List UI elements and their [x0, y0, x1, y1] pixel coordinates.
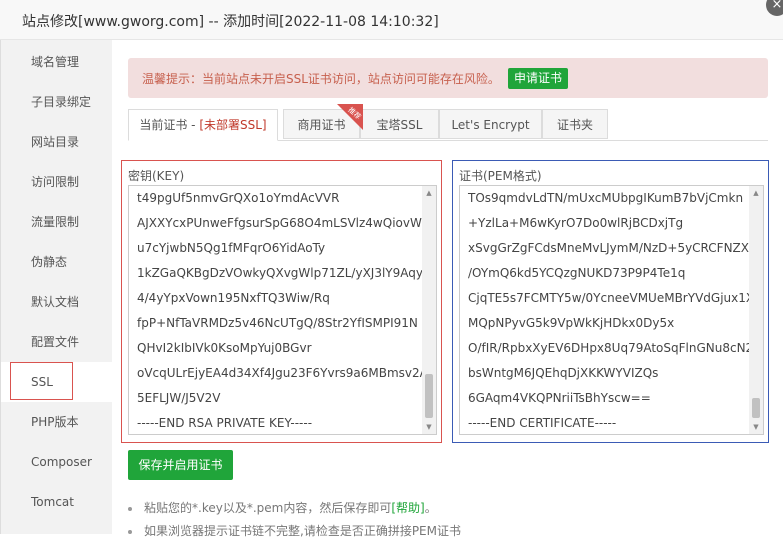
key-label: 密钥(KEY) [128, 169, 185, 183]
sidebar-item-rewrite[interactable]: 伪静态 [1, 242, 113, 282]
note1-suffix: 。 [424, 501, 437, 515]
bullet-icon [128, 529, 132, 534]
sidebar-item-subdirectory[interactable]: 子目录绑定 [1, 82, 113, 122]
cert-label: 证书(PEM格式) [459, 169, 542, 183]
key-line: QHvI2kIbIVk0KsoMpYuj0BGvr [137, 341, 312, 355]
cert-line: bsWntgM6JQEhqDjXKKWYVIZQs [468, 366, 659, 380]
help-link[interactable]: [帮助] [391, 501, 424, 515]
key-line: oVcqULrEjyEA4d34Xf4Jgu23F6Yvrs9a6MBmsv2A [137, 366, 428, 380]
key-line: AJXXYcxPUnweFfgsurSpG68O4mLSVlz4wQiovW [137, 216, 422, 230]
key-line: 1kZGaQKBgDzVOwkyQXvgWlp71ZL/yXJ3lY9Aqy [137, 266, 423, 280]
tab-baota-ssl[interactable]: 宝塔SSL [360, 109, 439, 139]
tab-current-status: [未部署SSL] [199, 118, 267, 132]
sidebar-item-config-file[interactable]: 配置文件 [1, 322, 113, 362]
recommend-badge: 推荐 [337, 104, 363, 130]
key-line: -----END RSA PRIVATE KEY----- [137, 416, 313, 430]
note2-text: 如果浏览器提示证书链不完整,请检查是否正确拼接PEM证书 [144, 524, 461, 538]
key-line: u7cYjwbN5Qg1fMFqrO6YidAoTy [137, 241, 326, 255]
key-scrollbar[interactable]: ▲ ▼ [422, 186, 436, 434]
scroll-down-icon[interactable]: ▼ [424, 422, 434, 432]
save-and-enable-button[interactable]: 保存并启用证书 [128, 450, 233, 480]
alert-text: 温馨提示：当前站点未开启SSL证书访问，站点访问可能存在风险。 [142, 72, 500, 86]
tab-current-certificate[interactable]: 当前证书 - [未部署SSL] [128, 109, 278, 141]
sidebar-item-php-version[interactable]: PHP版本 [1, 402, 113, 442]
note1-text: 粘贴您的*.key以及*.pem内容，然后保存即可 [144, 501, 392, 515]
cert-line: TOs9qmdvLdTN/mUxcMUbpgIKumB7bVjCmkn [468, 191, 744, 205]
tab-certificate-folder[interactable]: 证书夹 [542, 109, 608, 139]
window-titlebar: 站点修改[www.gworg.com] -- 添加时间[2022-11-08 1… [0, 0, 783, 40]
key-textarea[interactable]: t49pgUf5nmvGrQXo1oYmdAcVVR AJXXYcxPUnweF… [128, 185, 437, 435]
cert-line: 6GAqm4VKQPNriiTsBhYscw== [468, 391, 651, 405]
cert-scroll-thumb[interactable] [752, 398, 760, 418]
apply-certificate-button[interactable]: 申请证书 [508, 68, 568, 89]
ssl-warning-alert: 温馨提示：当前站点未开启SSL证书访问，站点访问可能存在风险。 申请证书 [128, 58, 768, 98]
cert-line: MQpNPyvG5k9VpWkKjHDkx0Dy5x [468, 316, 675, 330]
cert-line: -----END CERTIFICATE----- [468, 416, 617, 430]
sidebar-item-traffic-limit[interactable]: 流量限制 [1, 202, 113, 242]
scroll-up-icon[interactable]: ▲ [424, 188, 434, 198]
note-paste-instructions: 粘贴您的*.key以及*.pem内容，然后保存即可[帮助]。 [128, 499, 437, 516]
cert-panel: 证书(PEM格式) TOs9qmdvLdTN/mUxcMUbpgIKumB7bV… [452, 160, 769, 443]
sidebar: 域名管理 子目录绑定 网站目录 访问限制 流量限制 伪静态 默认文档 配置文件 … [0, 40, 113, 534]
cert-line: CjqTE5s7FCMTY5w/0YcneeVMUeMBrYVdGjux1X [468, 291, 755, 305]
tab-lets-encrypt[interactable]: Let's Encrypt [439, 109, 542, 139]
tab-current-label: 当前证书 - [139, 118, 200, 132]
scroll-up-icon[interactable]: ▲ [751, 188, 761, 198]
sidebar-item-composer[interactable]: Composer [1, 442, 113, 482]
key-panel: 密钥(KEY) t49pgUf5nmvGrQXo1oYmdAcVVR AJXXY… [121, 160, 442, 443]
key-line: 4/4yYpxVown195NxfTQ3Wiw/Rq [137, 291, 330, 305]
key-line: t49pgUf5nmvGrQXo1oYmdAcVVR [137, 191, 340, 205]
ssl-highlight-box [10, 362, 73, 400]
bullet-icon [128, 506, 132, 511]
key-line: 5EFLJW/J5V2V [137, 391, 221, 405]
scroll-down-icon[interactable]: ▼ [751, 422, 761, 432]
sidebar-item-site-directory[interactable]: 网站目录 [1, 122, 113, 162]
cert-line: xSvgGrZgFCdsMneMvLJymM/NzD+5yCRCFNZX [468, 241, 749, 255]
ssl-tabs: 当前证书 - [未部署SSL] 商用证书 宝塔SSL Let's Encrypt… [128, 109, 768, 141]
sidebar-item-access-limit[interactable]: 访问限制 [1, 162, 113, 202]
sidebar-item-default-doc[interactable]: 默认文档 [1, 282, 113, 322]
key-line: fpP+NfTaVRMDz5v46NcUTgQ/8Str2YfISMPI91N [137, 316, 418, 330]
note-chain-warning: 如果浏览器提示证书链不完整,请检查是否正确拼接PEM证书 [128, 522, 461, 539]
cert-line: +YzlLa+M6wKyrO7Do0wlRjBCDxjTg [468, 216, 684, 230]
cert-textarea[interactable]: TOs9qmdvLdTN/mUxcMUbpgIKumB7bVjCmkn +Yzl… [459, 185, 764, 435]
sidebar-item-domain[interactable]: 域名管理 [1, 42, 113, 82]
cert-scrollbar[interactable]: ▲ ▼ [749, 186, 763, 434]
key-scroll-thumb[interactable] [425, 374, 433, 418]
cert-line: O/fIR/RpbxXyEV6DHpx8Uq79AtoSqFlnGNu8cN2 [468, 341, 754, 355]
window-title: 站点修改[www.gworg.com] -- 添加时间[2022-11-08 1… [22, 14, 439, 30]
cert-line: /OYmQ6kd5YCQzgNUKD73P9P4Te1q [468, 266, 686, 280]
sidebar-item-tomcat[interactable]: Tomcat [1, 482, 113, 522]
